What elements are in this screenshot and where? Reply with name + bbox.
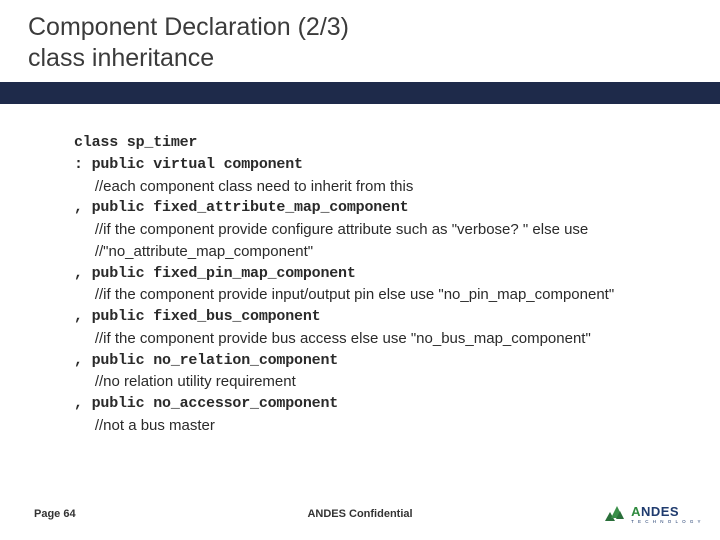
code-line: , public no_accessor_component [74, 393, 680, 415]
code-comment: //if the component provide configure att… [74, 219, 680, 241]
code-line: , public fixed_pin_map_component [74, 263, 680, 285]
logo-subtext: T E C H N O L O G Y [631, 519, 702, 524]
logo-text: ANDES [631, 504, 679, 519]
code-comment: //if the component provide input/output … [74, 284, 680, 306]
logo-text-wrap: ANDES T E C H N O L O G Y [631, 503, 702, 524]
code-line: : public virtual component [74, 154, 680, 176]
title-line-1: Component Declaration (2/3) [28, 13, 349, 41]
code-comment: //not a bus master [74, 415, 680, 437]
code-comment: //if the component provide bus access el… [74, 328, 680, 350]
title-divider [0, 82, 720, 104]
code-line: , public fixed_attribute_map_component [74, 197, 680, 219]
code-comment: //each component class need to inherit f… [74, 176, 680, 198]
brand-logo: ANDES T E C H N O L O G Y [605, 502, 702, 524]
logo-letter-a: A [631, 504, 641, 519]
code-line: , public fixed_bus_component [74, 306, 680, 328]
code-comment: //"no_attribute_map_component" [74, 241, 680, 263]
code-comment: //no relation utility requirement [74, 371, 680, 393]
title-line-2: class inheritance [28, 44, 214, 72]
logo-icon [605, 502, 627, 524]
code-line: , public no_relation_component [74, 350, 680, 372]
logo-rest: NDES [641, 504, 679, 519]
title-text: Component Declaration (2/3) class inheri… [28, 12, 700, 75]
slide-footer: Page 64 ANDES Confidential ANDES T E C H… [0, 494, 720, 524]
slide: Component Declaration (2/3) class inheri… [0, 0, 720, 540]
code-line: class sp_timer [74, 132, 680, 154]
code-block: class sp_timer : public virtual componen… [74, 132, 680, 437]
slide-title: Component Declaration (2/3) class inheri… [28, 12, 700, 75]
